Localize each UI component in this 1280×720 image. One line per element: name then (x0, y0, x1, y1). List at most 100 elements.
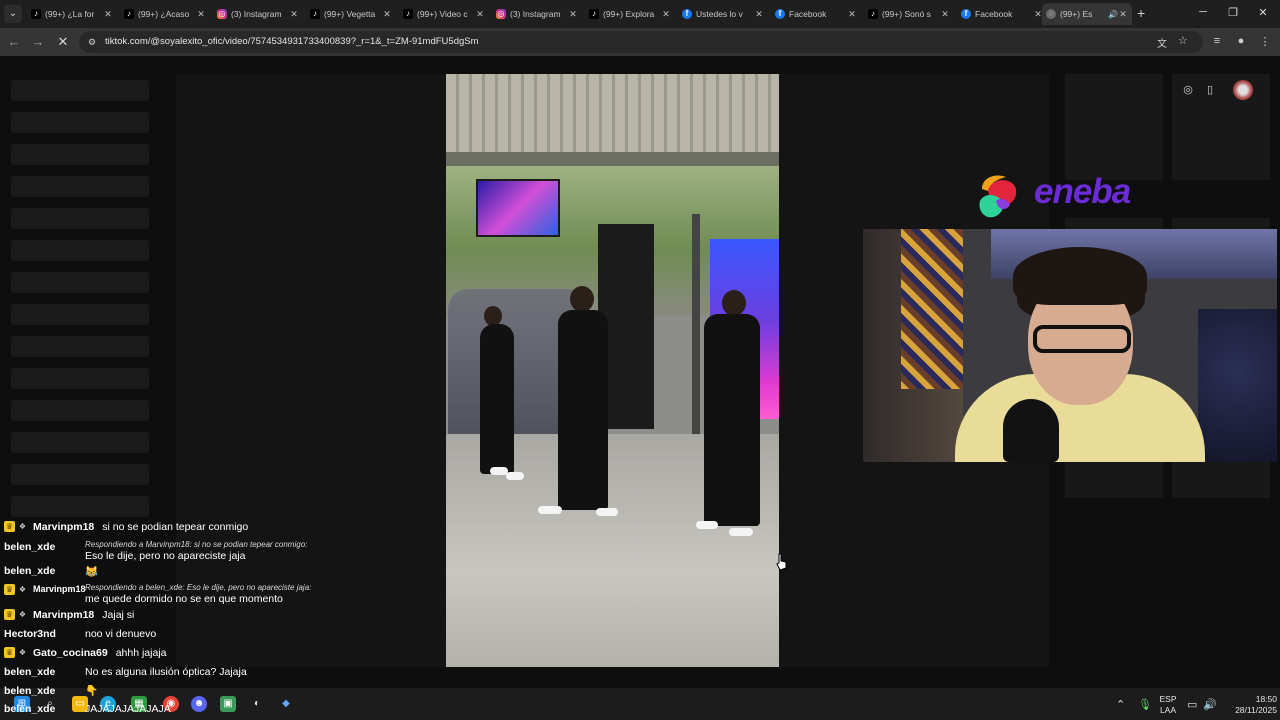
forward-button[interactable]: → (30, 34, 46, 50)
app-icon-3[interactable]: ◆ (278, 696, 294, 712)
close-tab-icon[interactable]: ✕ (289, 9, 299, 20)
profile-icon[interactable]: ● (1234, 35, 1248, 47)
clock[interactable]: 18:50 28/11/2025 (1225, 694, 1277, 716)
reading-list-icon[interactable]: ≡ (1210, 35, 1224, 47)
chat-message: ♛ ❖ Marvinpm18 si no se podian tepear con… (4, 521, 248, 533)
close-tab-icon[interactable]: ✕ (940, 9, 950, 20)
tiktok-icon: ♪ (31, 9, 41, 19)
chat-text: 😹 (85, 566, 99, 578)
microphone-icon[interactable]: 🎙 (1138, 698, 1152, 711)
network-icon[interactable]: ▭ (1187, 698, 1197, 711)
browser-tab[interactable]: f Ustedes lo v ✕ (678, 3, 768, 25)
video-frame[interactable] (446, 74, 779, 667)
tab-title: (3) Instagram (510, 9, 561, 19)
close-tab-icon[interactable]: ✕ (196, 9, 206, 20)
dancer-head (570, 286, 594, 312)
browser-tab[interactable]: ♪ (99+) Sonó s ✕ (864, 3, 954, 25)
dancer-shoe (538, 506, 562, 514)
mod-badge-icon: ❖ (18, 585, 27, 594)
sidebar-placeholder (11, 80, 149, 101)
browser-tab[interactable]: ◎ (3) Instagram ✕ (213, 3, 303, 25)
menu-icon[interactable]: ⋮ (1258, 35, 1272, 48)
tray-expand-icon[interactable]: ⌃ (1116, 698, 1125, 711)
browser-tab[interactable]: f Facebook ✕ (957, 3, 1047, 25)
tab-title: (99+) Vegetta (324, 9, 376, 19)
site-info-icon[interactable]: ⚙ (88, 37, 98, 47)
tab-title: (99+) ¿Acaso (138, 9, 190, 19)
facebook-icon: f (961, 9, 971, 19)
chat-username: Marvinpm18 (33, 521, 95, 533)
browser-tab[interactable]: ♪ (99+) ¿La for ✕ (27, 3, 117, 25)
dancer (558, 310, 608, 510)
close-tab-icon[interactable]: ✕ (382, 9, 392, 20)
maximize-icon[interactable]: ❐ (1223, 6, 1243, 19)
dancer-shoe (596, 508, 618, 516)
chat-username: belen_xde (4, 685, 56, 697)
close-tab-icon[interactable]: ✕ (847, 9, 857, 20)
cam-chair (1198, 309, 1277, 462)
clock-time: 18:50 (1255, 694, 1277, 704)
close-tab-icon[interactable]: ✕ (568, 9, 578, 20)
address-bar[interactable]: ⚙ tiktok.com/@soyalexito_ofic/video/7574… (79, 31, 1203, 53)
instagram-icon: ◎ (496, 9, 506, 19)
minimize-icon[interactable]: ─ (1193, 6, 1213, 18)
dancer (480, 324, 514, 474)
mod-badge-icon: ❖ (18, 648, 27, 657)
tab-title: (3) Instagram (231, 9, 282, 19)
chat-text: JAJAJAJAJAJAJA (85, 703, 171, 715)
sidebar-placeholder (11, 240, 149, 261)
browser-tab[interactable]: ♪ (99+) Video c ✕ (399, 3, 489, 25)
stop-loading-button[interactable]: ✕ (55, 34, 71, 50)
discord-icon[interactable]: ☻ (191, 696, 207, 712)
browser-tab[interactable]: ◌ (99+) Es 🔊 ✕ (1042, 3, 1132, 25)
clock-date: 28/11/2025 (1235, 705, 1277, 715)
url-text[interactable]: tiktok.com/@soyalexito_ofic/video/757453… (105, 36, 479, 47)
browser-tab[interactable]: ♪ (99+) ¿Acaso ✕ (120, 3, 210, 25)
sidebar-placeholder (11, 272, 149, 293)
close-tab-icon[interactable]: ✕ (754, 9, 764, 20)
tab-search-button[interactable]: ⌄ (4, 5, 22, 23)
close-tab-icon[interactable]: ✕ (475, 9, 485, 20)
chat-text: ahhh jajaja (115, 647, 167, 659)
app-icon-2[interactable]: ▣ (220, 696, 236, 712)
compass-icon[interactable]: ◎ (1180, 83, 1196, 96)
crown-badge-icon: ♛ (4, 647, 15, 658)
crown-badge-icon: ♛ (4, 584, 15, 595)
language-indicator[interactable]: ESP LAA (1158, 694, 1178, 716)
sidebar-placeholder (11, 432, 149, 453)
chat-username: Marvinpm18 (33, 609, 95, 621)
instagram-icon: ◎ (217, 9, 227, 19)
dancer (704, 314, 760, 526)
back-button[interactable]: ← (6, 34, 22, 50)
browser-tab[interactable]: f Facebook ✕ (771, 3, 861, 25)
tab-title: (99+) Es (1060, 9, 1093, 19)
sidebar-placeholder (11, 112, 149, 133)
sidebar-placeholder (11, 496, 149, 517)
chat-message: Respondiendo a belen_xde: Eso le dije, p… (85, 581, 320, 605)
close-tab-icon[interactable]: ✕ (661, 9, 671, 20)
bookmark-star-icon[interactable]: ☆ (1178, 34, 1188, 47)
obs-icon[interactable]: ◐ (249, 696, 265, 712)
close-window-icon[interactable]: ✕ (1253, 6, 1273, 19)
chat-username: Gato_cocina69 (33, 647, 108, 659)
browser-tab[interactable]: ♪ (99+) Explora ✕ (585, 3, 675, 25)
tab-audio-icon[interactable]: 🔊 (1108, 10, 1118, 19)
device-icon[interactable]: ▯ (1202, 83, 1218, 96)
close-tab-icon[interactable]: ✕ (103, 9, 113, 20)
chat-message: ♛ ❖ Marvinpm18 Jajaj si (4, 609, 134, 621)
close-tab-icon[interactable]: ✕ (1118, 9, 1128, 20)
facebook-icon: f (682, 9, 692, 19)
tiktok-icon: ♪ (589, 9, 599, 19)
user-avatar[interactable] (1233, 80, 1253, 100)
keyboard-layout: LAA (1159, 705, 1177, 715)
volume-icon[interactable]: 🔊 (1203, 698, 1217, 711)
video-roof (446, 74, 779, 164)
facebook-icon: f (775, 9, 785, 19)
tiktok-icon: ♪ (310, 9, 320, 19)
new-tab-button[interactable]: + (1137, 5, 1151, 21)
translate-icon[interactable]: 文 (1157, 35, 1167, 50)
dancer-shoe (729, 528, 753, 536)
browser-tab[interactable]: ◎ (3) Instagram ✕ (492, 3, 582, 25)
dancer-shoe (696, 521, 718, 529)
browser-tab[interactable]: ♪ (99+) Vegetta ✕ (306, 3, 396, 25)
